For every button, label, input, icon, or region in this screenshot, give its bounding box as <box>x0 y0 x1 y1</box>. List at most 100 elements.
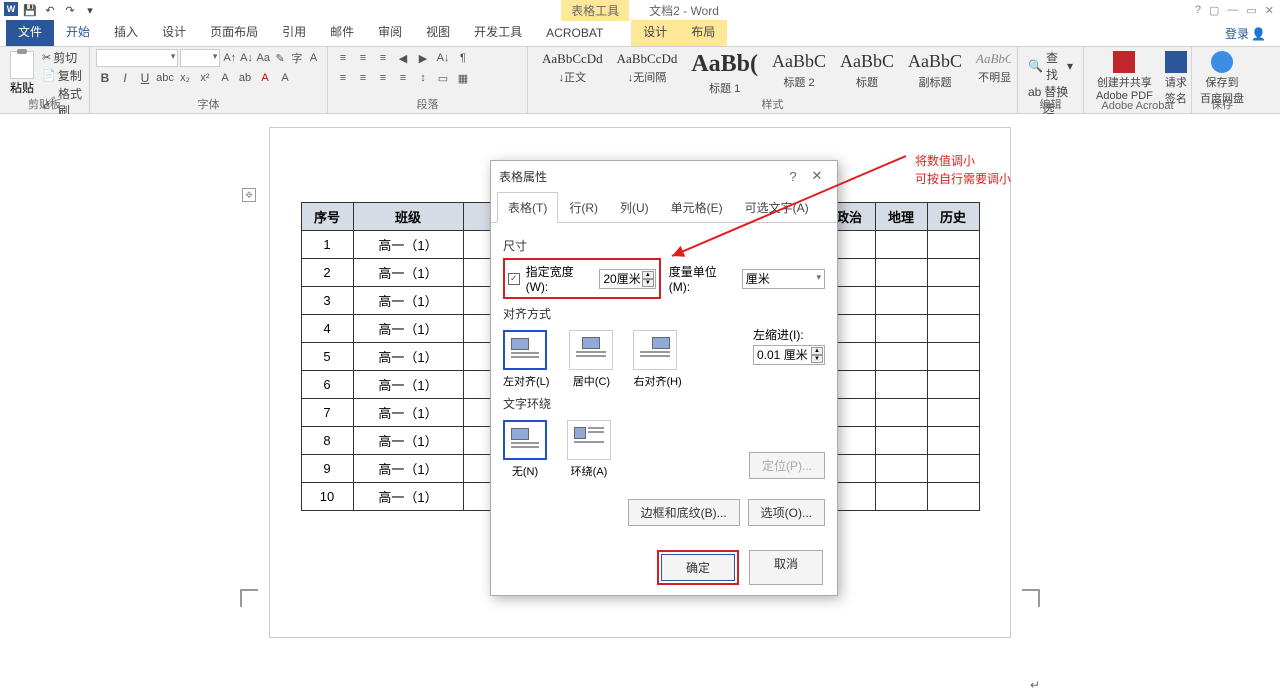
pdf-icon <box>1113 51 1135 73</box>
char-border-icon[interactable]: A <box>306 49 321 67</box>
ribbon: 粘贴 ✂ 剪切 📄 复制 🖌 格式刷 剪贴板 A↑ A↓ Aa ✎ 字 A B … <box>0 46 1280 114</box>
dialog-tab-row[interactable]: 行(R) <box>558 192 609 223</box>
dialog-tab-cell[interactable]: 单元格(E) <box>660 192 734 223</box>
redo-icon[interactable]: ↷ <box>62 2 78 18</box>
close-icon[interactable]: ✕ <box>1265 4 1274 17</box>
inc-indent-icon[interactable]: ▶ <box>414 49 432 67</box>
font-family-dropdown[interactable] <box>96 49 178 67</box>
unit-dropdown[interactable]: 厘米 <box>742 269 825 289</box>
font-color-icon[interactable]: A <box>256 69 274 87</box>
tab-view[interactable]: 视图 <box>414 17 462 46</box>
align-center-option[interactable]: 居中(C) <box>569 330 613 389</box>
crop-mark-left <box>240 589 258 607</box>
tab-references[interactable]: 引用 <box>270 17 318 46</box>
options-button[interactable]: 选项(O)... <box>748 499 825 526</box>
save-icon[interactable]: 💾 <box>22 2 38 18</box>
ok-button[interactable]: 确定 <box>661 554 735 581</box>
unit-label: 度量单位(M): <box>669 263 736 294</box>
wrap-around-option[interactable]: 环绕(A) <box>567 420 611 479</box>
group-clipboard: 粘贴 ✂ 剪切 📄 复制 🖌 格式刷 剪贴板 <box>0 47 90 113</box>
style-item[interactable]: AaBbC标题 2 <box>772 51 826 96</box>
strike-icon[interactable]: abc <box>156 69 174 87</box>
cancel-button[interactable]: 取消 <box>749 550 823 585</box>
dialog-tab-alttext[interactable]: 可选文字(A) <box>734 192 820 223</box>
subscript-icon[interactable]: x₂ <box>176 69 194 87</box>
shading-icon[interactable]: ▭ <box>434 69 452 87</box>
styles-gallery[interactable]: AaBbCcDd↓正文 AaBbCcDd↓无间隔 AaBb(标题 1 AaBbC标题 … <box>534 49 1011 98</box>
bullets-icon[interactable]: ≡ <box>334 49 352 67</box>
border-shading-button[interactable]: 边框和底纹(B)... <box>628 499 740 526</box>
qa-dropdown-icon[interactable]: ▾ <box>82 2 98 18</box>
align-section-label: 对齐方式 <box>503 305 825 322</box>
undo-icon[interactable]: ↶ <box>42 2 58 18</box>
tab-table-layout[interactable]: 布局 <box>679 17 727 46</box>
indent-label: 左缩进(I): <box>753 326 825 343</box>
text-effects-icon[interactable]: A <box>216 69 234 87</box>
wrap-none-option[interactable]: 无(N) <box>503 420 547 479</box>
italic-icon[interactable]: I <box>116 69 134 87</box>
tab-design[interactable]: 设计 <box>150 17 198 46</box>
help-icon[interactable]: ? <box>1195 4 1201 17</box>
sort-icon[interactable]: A↓ <box>434 49 452 67</box>
ribbon-options-icon[interactable]: ▢ <box>1209 4 1219 17</box>
style-item[interactable]: AaBbCcDd↓无间隔 <box>617 51 678 96</box>
align-center-icon[interactable]: ≡ <box>354 69 372 87</box>
sign-in-link[interactable]: 登录👤 <box>1217 21 1274 46</box>
tab-review[interactable]: 审阅 <box>366 17 414 46</box>
borders-icon[interactable]: ▦ <box>454 69 472 87</box>
ok-highlight-box: 确定 <box>657 550 739 585</box>
tab-page-layout[interactable]: 页面布局 <box>198 17 270 46</box>
clear-format-icon[interactable]: ✎ <box>273 49 288 67</box>
bold-icon[interactable]: B <box>96 69 114 87</box>
dialog-tab-table[interactable]: 表格(T) <box>497 192 558 223</box>
dialog-footer: 确定 取消 <box>491 540 837 595</box>
underline-icon[interactable]: U <box>136 69 154 87</box>
restore-icon[interactable]: ▭ <box>1246 4 1256 17</box>
phonetic-icon[interactable]: 字 <box>289 49 304 67</box>
tab-developer[interactable]: 开发工具 <box>462 17 534 46</box>
change-case-icon[interactable]: Aa <box>256 49 271 67</box>
tab-home[interactable]: 开始 <box>54 17 102 46</box>
align-left-icon[interactable]: ≡ <box>334 69 352 87</box>
tab-table-design[interactable]: 设计 <box>631 17 679 46</box>
align-left-option[interactable]: 左对齐(L) <box>503 330 549 389</box>
tab-insert[interactable]: 插入 <box>102 17 150 46</box>
tab-mailings[interactable]: 邮件 <box>318 17 366 46</box>
find-button[interactable]: 🔍 查找 ▾ <box>1028 49 1073 83</box>
align-right-option[interactable]: 右对齐(H) <box>633 330 681 389</box>
indent-input[interactable]: 0.01 厘米 ▲▼ <box>753 345 825 365</box>
justify-icon[interactable]: ≡ <box>394 69 412 87</box>
char-shading-icon[interactable]: A <box>276 69 294 87</box>
align-right-icon[interactable]: ≡ <box>374 69 392 87</box>
superscript-icon[interactable]: x² <box>196 69 214 87</box>
grow-font-icon[interactable]: A↑ <box>222 49 237 67</box>
dialog-tab-column[interactable]: 列(U) <box>609 192 660 223</box>
copy-button[interactable]: 📄 复制 <box>42 67 83 84</box>
dec-indent-icon[interactable]: ◀ <box>394 49 412 67</box>
tab-file[interactable]: 文件 <box>6 17 54 46</box>
word-app-icon[interactable]: W <box>4 2 18 16</box>
numbering-icon[interactable]: ≡ <box>354 49 372 67</box>
width-spinner[interactable]: ▲▼ <box>642 271 654 287</box>
minimize-icon[interactable]: — <box>1227 4 1238 17</box>
width-input[interactable]: 20厘米 ▲▼ <box>599 269 655 289</box>
style-item[interactable]: AaBb(标题 1 <box>691 51 758 96</box>
multilevel-icon[interactable]: ≡ <box>374 49 392 67</box>
style-item[interactable]: AaBbC标题 <box>840 51 894 96</box>
group-paragraph: ≡ ≡ ≡ ◀ ▶ A↓ ¶ ≡ ≡ ≡ ≡ ↕ ▭ ▦ 段落 <box>328 47 528 113</box>
shrink-font-icon[interactable]: A↓ <box>239 49 254 67</box>
table-anchor-icon[interactable]: ✥ <box>242 188 256 202</box>
style-item[interactable]: AaBbCcDd不明显强调 <box>976 51 1011 96</box>
style-item[interactable]: AaBbC副标题 <box>908 51 962 96</box>
line-spacing-icon[interactable]: ↕ <box>414 69 432 87</box>
font-size-dropdown[interactable] <box>180 49 220 67</box>
specify-width-checkbox[interactable]: ✓ <box>508 273 520 285</box>
highlight-icon[interactable]: ab <box>236 69 254 87</box>
style-item[interactable]: AaBbCcDd↓正文 <box>542 51 603 96</box>
cut-button[interactable]: ✂ 剪切 <box>42 49 83 66</box>
dialog-close-icon[interactable]: ✕ <box>805 168 829 184</box>
indent-spinner[interactable]: ▲▼ <box>811 347 823 363</box>
tab-acrobat[interactable]: ACROBAT <box>534 20 615 46</box>
dialog-help-icon[interactable]: ? <box>781 169 805 184</box>
show-marks-icon[interactable]: ¶ <box>454 49 472 67</box>
